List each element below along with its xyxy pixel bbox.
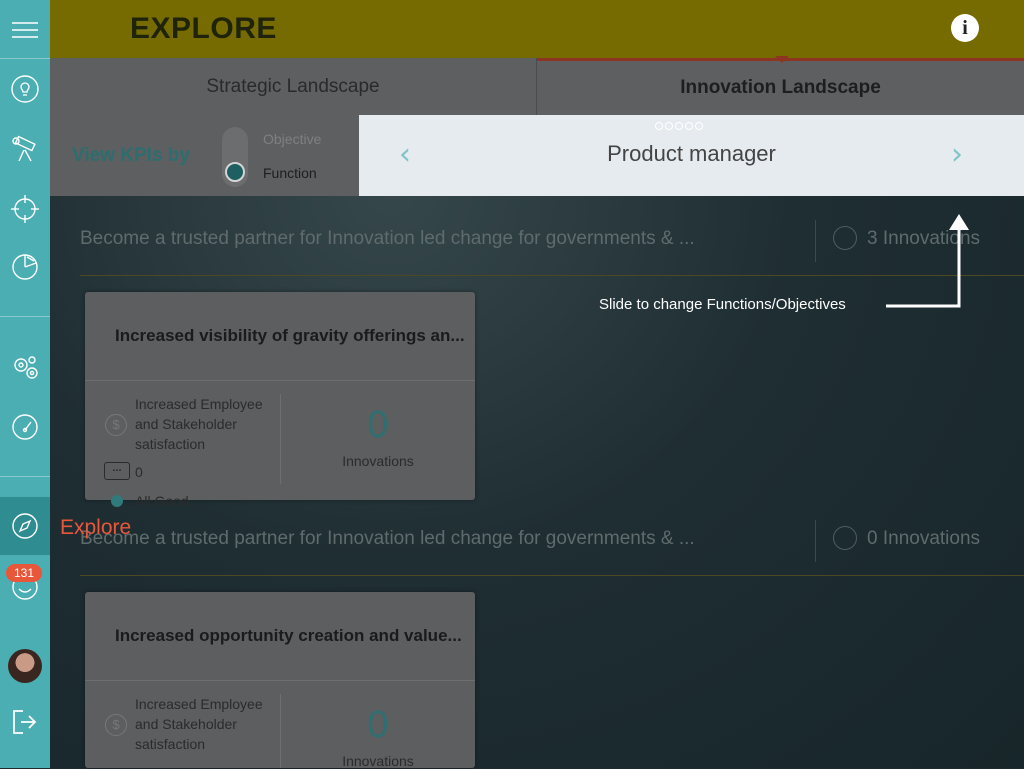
tab-innovation-landscape[interactable]: Innovation Landscape <box>537 58 1024 115</box>
innovation-label: Innovations <box>342 453 414 469</box>
innovation-label: Innovations <box>342 753 414 769</box>
objective-text: Become a trusted partner for Innovation … <box>80 228 695 249</box>
tab-bar: Strategic Landscape Innovation Landscape <box>50 58 1024 115</box>
chevron-right-icon[interactable]: › <box>951 137 963 172</box>
crosshair-icon[interactable] <box>0 186 50 232</box>
innovation-number: 0 <box>367 404 389 446</box>
dollar-icon: $ <box>105 414 127 436</box>
kpi-selector: View KPIs by Objective Function <box>50 115 359 196</box>
page-dot <box>685 122 693 130</box>
card-header: Increased visibility of gravity offering… <box>85 292 475 381</box>
objective-text: Become a trusted partner for Innovation … <box>80 528 695 549</box>
card-title: Increased opportunity creation and value… <box>115 626 462 645</box>
top-bar: EXPLORE i <box>50 0 1024 58</box>
function-slider[interactable]: ‹ Product manager › <box>359 115 1024 196</box>
page-dot <box>675 122 683 130</box>
logout-icon[interactable] <box>0 700 50 744</box>
avatar <box>8 649 42 683</box>
page-indicator <box>655 122 703 130</box>
page-dot <box>655 122 663 130</box>
lightbulb-icon <box>833 526 857 550</box>
menu-icon[interactable] <box>0 8 50 52</box>
hint-text: Slide to change Functions/Objectives <box>599 296 846 313</box>
innovation-number: 0 <box>367 704 389 746</box>
kpi-name: Increased Employee and Stakeholder satis… <box>135 696 263 752</box>
page-dot <box>665 122 673 130</box>
compass-icon[interactable] <box>0 497 50 555</box>
comment-icon[interactable]: ... <box>104 462 130 480</box>
kpi-name: Increased Employee and Stakeholder satis… <box>135 396 263 452</box>
divider <box>80 575 1024 576</box>
option-objective[interactable]: Objective <box>263 131 321 147</box>
notification-badge: 131 <box>6 564 42 582</box>
dollar-icon: $ <box>105 714 127 736</box>
user-avatar-item[interactable] <box>0 646 50 686</box>
telescope-icon[interactable] <box>0 126 50 172</box>
kpi-toggle[interactable] <box>222 127 248 187</box>
status-dot <box>111 495 123 507</box>
page-title: EXPLORE <box>130 12 277 45</box>
objective-row[interactable]: Become a trusted partner for Innovation … <box>80 520 1024 562</box>
active-tab-caret <box>775 56 789 63</box>
explore-label: Explore <box>60 516 132 539</box>
kpi-selector-label: View KPIs by <box>72 145 190 166</box>
card-header: Increased opportunity creation and value… <box>85 592 475 681</box>
lightbulb-icon <box>833 226 857 250</box>
option-function[interactable]: Function <box>263 165 317 181</box>
toggle-knob <box>225 162 245 182</box>
info-icon[interactable]: i <box>951 14 979 42</box>
kpi-card[interactable]: Increased visibility of gravity offering… <box>85 292 475 509</box>
pie-chart-icon[interactable] <box>0 244 50 290</box>
comment-count: 0 <box>135 464 143 480</box>
main-content: EXPLORE i Strategic Landscape Innovation… <box>50 0 1024 769</box>
page-dot <box>695 122 703 130</box>
gears-icon[interactable] <box>0 344 50 390</box>
kpi-card[interactable]: Increased opportunity creation and value… <box>85 592 475 769</box>
sidebar: 131 <box>0 0 50 768</box>
divider <box>815 220 816 262</box>
tab-strategic-landscape[interactable]: Strategic Landscape <box>50 58 537 115</box>
card-title: Increased visibility of gravity offering… <box>115 326 465 345</box>
divider <box>815 520 816 562</box>
slider-title: Product manager <box>607 141 776 166</box>
hint-arrow-icon <box>886 214 969 308</box>
lightbulb-icon[interactable] <box>0 66 50 112</box>
speedometer-icon[interactable] <box>0 404 50 450</box>
status-text: All Good <box>135 493 189 509</box>
innovations-count: 0 Innovations <box>867 528 981 549</box>
